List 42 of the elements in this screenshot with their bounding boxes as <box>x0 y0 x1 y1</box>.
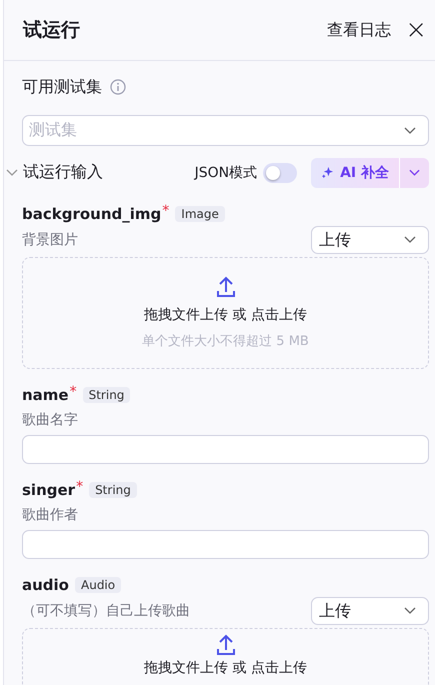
type-tag: Audio <box>75 577 122 593</box>
json-mode-toggle[interactable] <box>263 162 298 182</box>
input-field[interactable] <box>22 435 429 464</box>
field-description: （可不填写）自己上传歌曲 <box>22 602 190 620</box>
field-name: audio <box>22 576 69 594</box>
field-description: 背景图片 <box>22 231 78 249</box>
chevron-down-icon <box>404 126 416 134</box>
dropzone-hint: 单个文件大小不得超过 5 MB <box>142 333 309 350</box>
input-field[interactable] <box>22 530 429 559</box>
type-tag: String <box>89 482 137 498</box>
upload-mode-select[interactable]: 上传 <box>311 226 429 254</box>
upload-mode-select[interactable]: 上传 <box>311 597 429 625</box>
upload-dropzone[interactable]: 拖拽文件上传 或 点击上传 <box>22 628 429 685</box>
required-mark: * <box>70 384 77 400</box>
required-mark: * <box>162 203 170 219</box>
panel-title: 试运行 <box>23 18 80 43</box>
close-button[interactable]: × <box>405 17 427 43</box>
sparkle-icon <box>321 166 334 179</box>
dropzone-text: 拖拽文件上传 或 点击上传 <box>144 306 307 324</box>
view-log-button[interactable]: 查看日志 <box>327 20 392 40</box>
dropzone-text: 拖拽文件上传 或 点击上传 <box>144 659 307 677</box>
type-tag: Image <box>175 206 225 222</box>
upload-icon <box>216 634 236 656</box>
chevron-down-icon[interactable] <box>6 168 18 176</box>
type-tag: String <box>82 387 130 403</box>
section-title: 试运行输入 <box>23 162 103 183</box>
json-mode-label: JSON模式 <box>194 164 258 182</box>
info-icon <box>110 79 126 95</box>
section-label: 可用测试集 <box>22 76 102 98</box>
chevron-down-icon <box>404 236 416 244</box>
field-name: singer <box>22 481 76 499</box>
ai-complete-button[interactable]: AI 补全 <box>311 158 399 188</box>
dropdown-button[interactable] <box>399 158 429 188</box>
field-description: 歌曲名字 <box>22 411 79 429</box>
field-name: background_img <box>22 205 162 223</box>
upload-icon <box>216 276 236 298</box>
field-name: name <box>22 386 69 404</box>
required-mark: * <box>76 479 84 495</box>
chevron-down-icon <box>409 168 420 176</box>
field-description: 歌曲作者 <box>22 506 79 524</box>
upload-dropzone[interactable]: 拖拽文件上传 或 点击上传 单个文件大小不得超过 5 MB <box>22 257 429 369</box>
chevron-down-icon <box>404 607 416 615</box>
